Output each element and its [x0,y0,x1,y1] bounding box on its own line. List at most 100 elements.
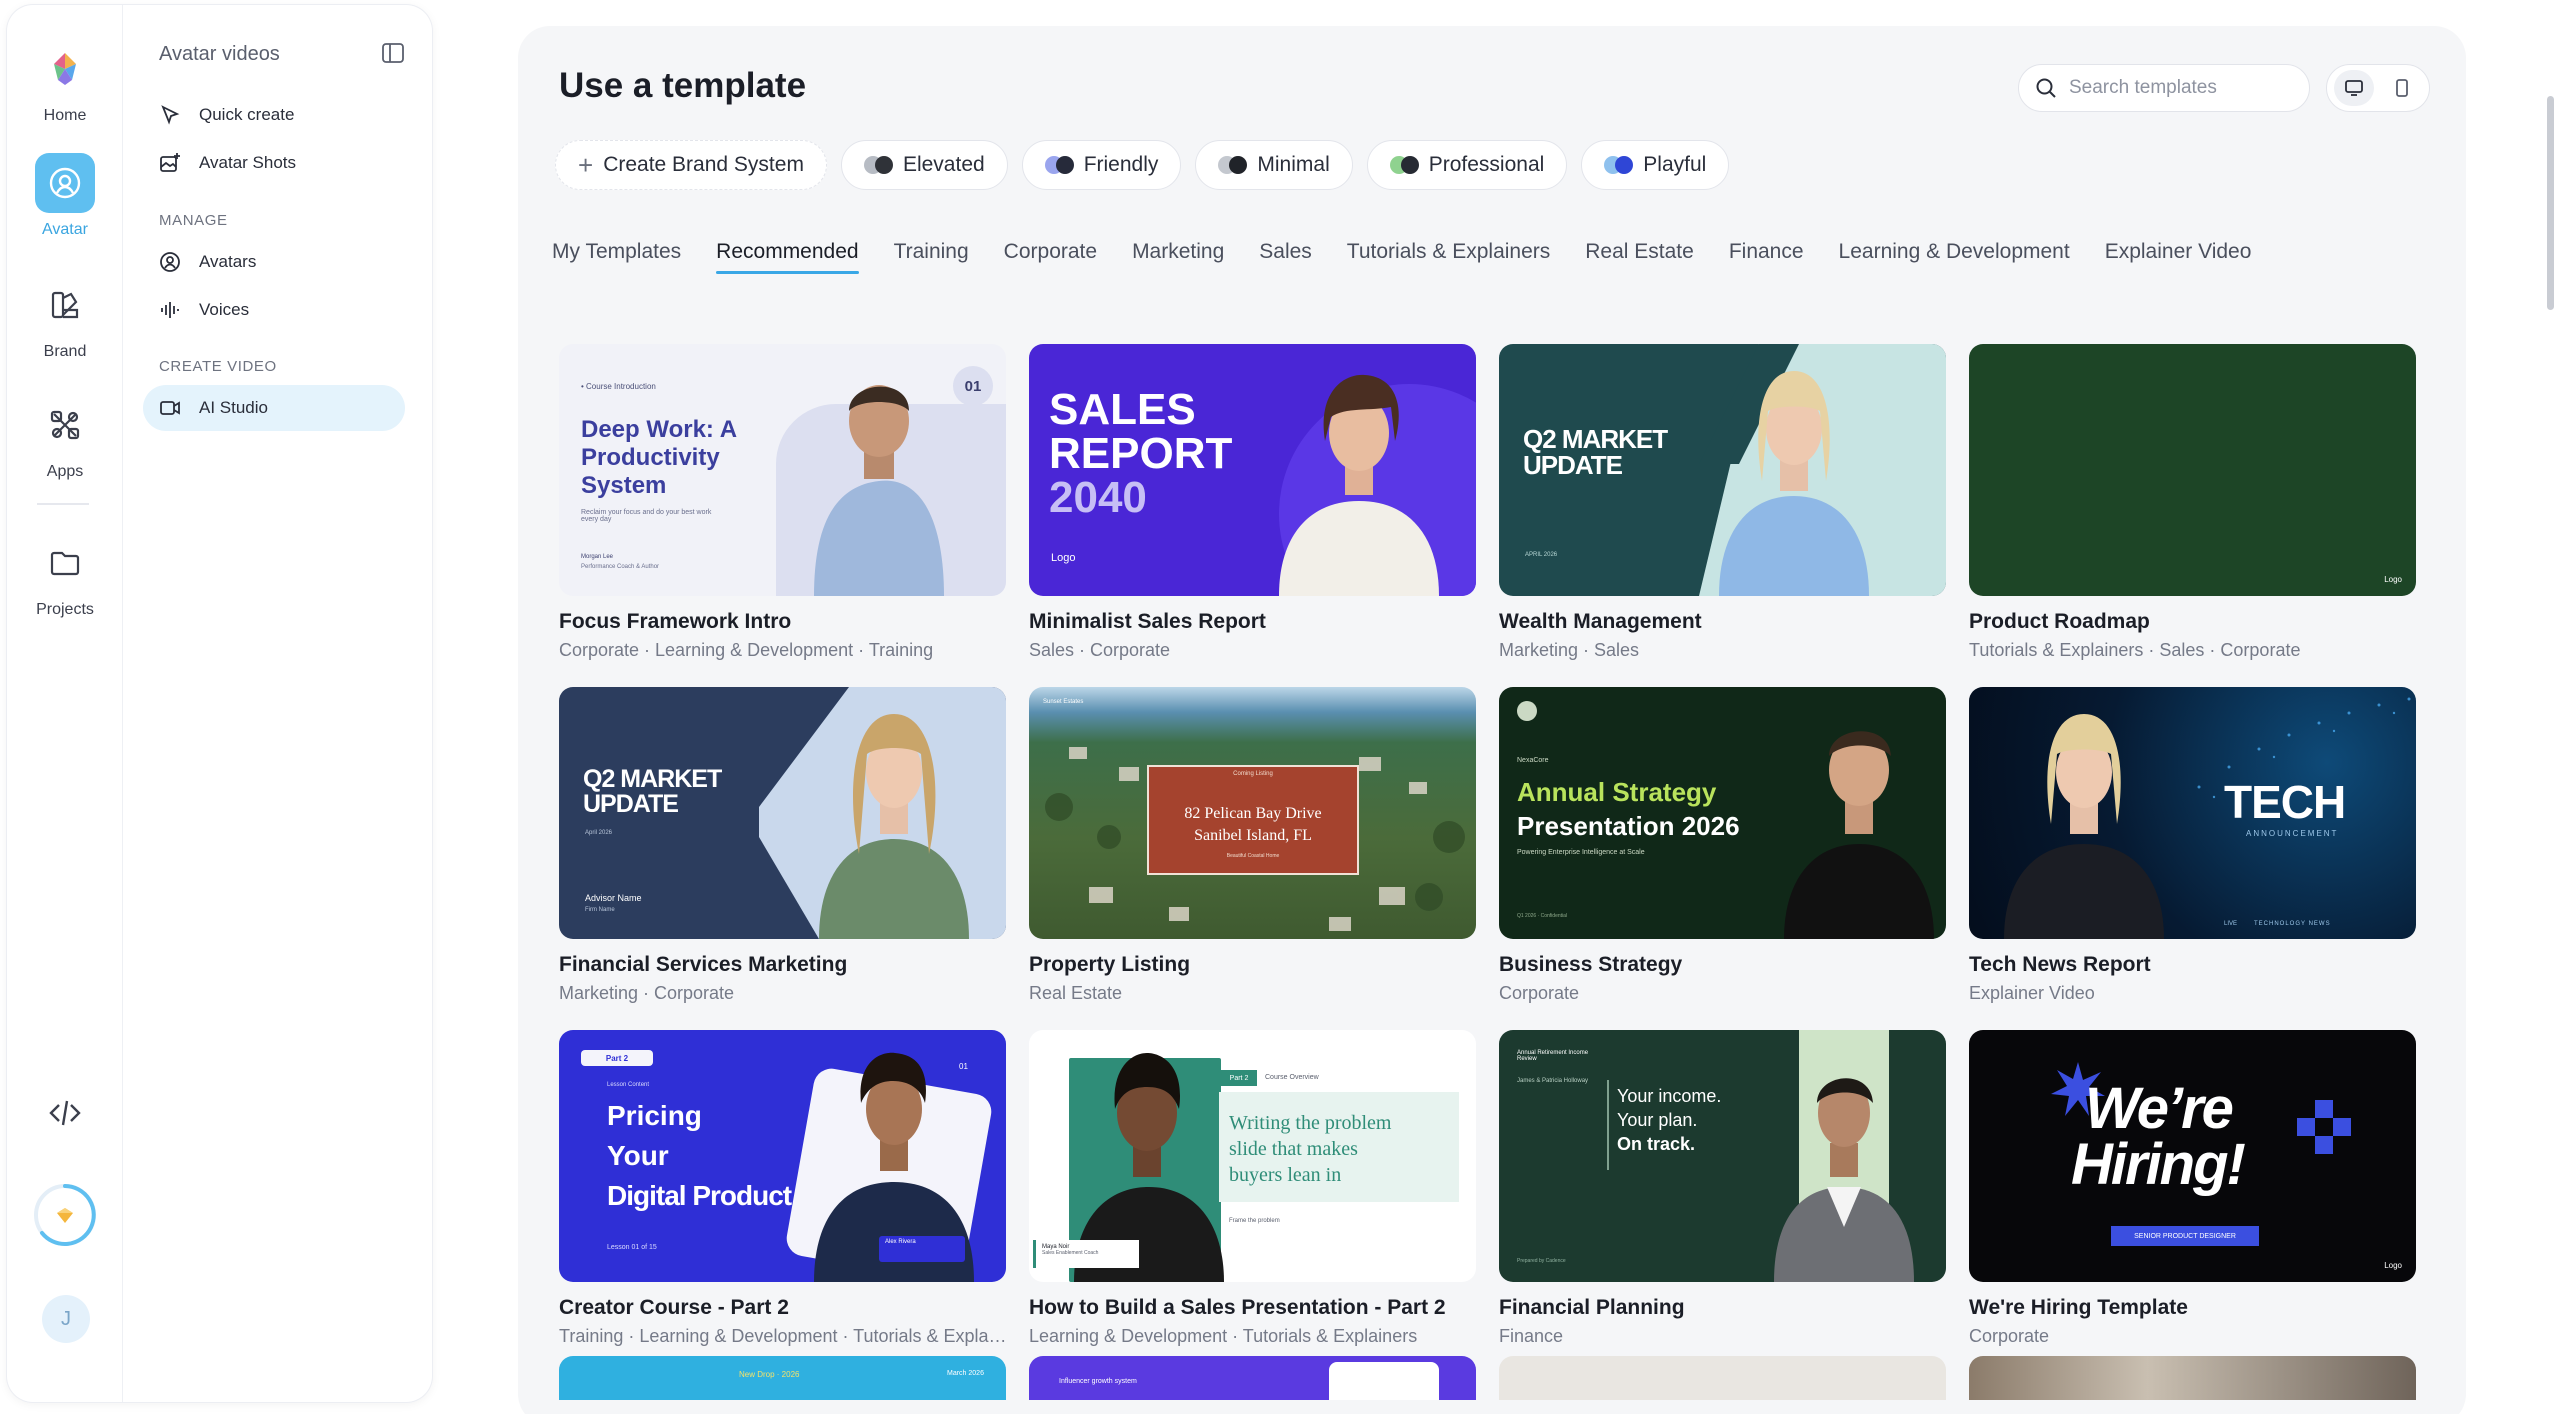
credits-progress[interactable] [33,1183,97,1247]
template-thumbnail[interactable]: Influencer growth system [1029,1356,1476,1400]
presenter-image [1719,371,1869,596]
template-title: Product Roadmap [1969,610,2150,633]
portrait-toggle[interactable] [2382,70,2422,106]
sidebar-item-voices[interactable]: Voices [143,287,405,333]
thumb-text: New Drop · 2026 [739,1370,800,1379]
rail-label-projects: Projects [36,601,94,618]
thumb-text: buyers lean in [1229,1164,1342,1186]
template-thumbnail[interactable]: SALES REPORT 2040 Logo [1029,344,1476,596]
template-card[interactable]: Part 2 Course Overview Writing the probl… [1019,1030,1489,1373]
template-thumbnail[interactable]: Q2 MARKET UPDATE April 2026 Advisor Name… [559,687,1006,939]
chip-label: Elevated [902,153,985,176]
template-grid: • Course Introduction Deep Work: A Produ… [549,344,2429,1373]
tab-tutorials-explainers[interactable]: Tutorials & Explainers [1347,240,1550,274]
thumb-text: Presentation 2026 [1517,811,1740,841]
waveform-icon [161,302,179,318]
thumb-text: 2040 [1049,473,1147,522]
template-card[interactable]: SALES REPORT 2040 Logo Minimalist Sales … [1019,344,1489,687]
tab-recommended[interactable]: Recommended [716,240,859,274]
sidebar-item-label: Quick create [199,105,295,124]
sidebar-item-avatars[interactable]: Avatars [143,239,405,285]
thumb-text: Your plan. [1617,1110,1698,1130]
template-card[interactable]: Q2 MARKET UPDATE April 2026 Advisor Name… [549,687,1019,1030]
landscape-toggle[interactable] [2334,70,2374,106]
template-card[interactable]: Q2 MARKET UPDATE APRIL 2026 Wealth Manag… [1489,344,1959,687]
rail-item-apps[interactable]: Apps [7,395,123,481]
tab-training[interactable]: Training [894,240,969,274]
style-chip-playful[interactable]: Playful [1581,140,1730,190]
template-title: Tech News Report [1969,953,2151,976]
developer-code-button[interactable] [7,1083,123,1151]
template-card[interactable]: We’re Hiring! SENIOR PRODUCT DESIGNER Lo… [1959,1030,2429,1373]
sidebar-item-quick-create[interactable]: Quick create [143,92,405,138]
thumb-text: 01 [953,366,993,406]
style-chip-elevated[interactable]: Elevated [840,140,1008,190]
template-thumbnail[interactable]: Part 2 Lesson Content Pricing Your Digit… [559,1030,1006,1282]
template-tags: Learning & Development · Tutorials & Exp… [1029,1326,1418,1346]
template-card[interactable]: Annual Retirement Income Review James & … [1489,1030,1959,1373]
left-navigation: Home Avatar Brand Apps Projects J Avatar… [7,5,432,1402]
template-thumbnail[interactable]: Logo [1969,344,2416,596]
tab-corporate[interactable]: Corporate [1004,240,1097,274]
template-tags: Training · Learning & Development · Tuto… [559,1326,1009,1346]
template-card[interactable]: TECH ANNOUNCEMENT LIVE TECHNOLOGY NEWS T… [1959,687,2429,1030]
search-box[interactable] [2018,64,2310,112]
template-tags: Corporate [1969,1326,2050,1346]
template-thumbnail[interactable]: Annual Retirement Income Review James & … [1499,1030,1946,1282]
tab-sales[interactable]: Sales [1259,240,1312,274]
rail-item-projects[interactable]: Projects [7,533,123,619]
sidebar-item-avatar-shots[interactable]: Avatar Shots [143,140,405,186]
sidebar-title: Avatar videos [159,43,280,65]
style-chip-professional[interactable]: Professional [1366,140,1568,190]
sidebar-item-ai-studio[interactable]: AI Studio [143,385,405,431]
template-card[interactable]: NexaCore Annual Strategy Presentation 20… [1489,687,1959,1030]
template-thumbnail[interactable]: We’re Hiring! SENIOR PRODUCT DESIGNER Lo… [1969,1030,2416,1282]
rail-item-avatar[interactable]: Avatar [7,153,123,239]
style-swatch-icon [1218,156,1248,174]
search-input[interactable] [2069,77,2289,99]
style-chip-minimal[interactable]: Minimal [1195,140,1353,190]
thumb-text: Q2 MARKET [1523,424,1668,454]
sidebar-collapse-icon[interactable] [382,43,404,68]
tab-finance[interactable]: Finance [1729,240,1804,274]
sidebar: Avatar videos Quick create Avatar Shots … [123,5,432,1402]
template-thumbnail[interactable]: Coming Listing 82 Pelican Bay Drive Sani… [1029,687,1476,939]
template-thumbnail[interactable]: Q2 MARKET UPDATE APRIL 2026 [1499,344,1946,596]
tab-explainer-video[interactable]: Explainer Video [2105,240,2252,274]
template-thumbnail[interactable]: New Drop · 2026 March 2026 [559,1356,1006,1400]
tab-marketing[interactable]: Marketing [1132,240,1224,274]
template-card[interactable]: Logo Product Roadmap Tutorials & Explain… [1959,344,2429,687]
create-brand-system-button[interactable]: + Create Brand System [555,140,827,190]
template-thumbnail[interactable] [1499,1356,1946,1400]
template-card[interactable]: • Course Introduction Deep Work: A Produ… [549,344,1019,687]
folder-icon [35,533,95,593]
name-tag: Maya Noir Sales Enablement Coach [1033,1240,1139,1268]
presenter-image [814,385,944,596]
user-avatar[interactable]: J [42,1295,90,1343]
template-thumbnail[interactable] [1969,1356,2416,1400]
tab-real-estate[interactable]: Real Estate [1585,240,1694,274]
thumb-text: Powering Enterprise Intelligence at Scal… [1517,849,1645,856]
template-thumbnail[interactable]: TECH ANNOUNCEMENT LIVE TECHNOLOGY NEWS [1969,687,2416,939]
template-title: Wealth Management [1499,610,1702,633]
rail-item-home[interactable]: Home [7,39,123,125]
thumb-text: Hiring! [2071,1132,2246,1197]
rail-item-brand[interactable]: Brand [7,275,123,361]
mobile-icon [2396,79,2408,97]
thumb-text: Annual Strategy [1517,777,1717,807]
presenter-image [819,714,969,939]
template-title: Financial Planning [1499,1296,1685,1319]
page-scrollbar[interactable] [2547,96,2554,310]
tab-learning-development[interactable]: Learning & Development [1839,240,2070,274]
template-thumbnail[interactable]: NexaCore Annual Strategy Presentation 20… [1499,687,1946,939]
thumb-text: ANNOUNCEMENT [2246,829,2339,838]
video-camera-icon [160,401,180,415]
rail-label-apps: Apps [46,463,84,480]
template-card[interactable]: Coming Listing 82 Pelican Bay Drive Sani… [1019,687,1489,1030]
template-thumbnail[interactable]: • Course Introduction Deep Work: A Produ… [559,344,1006,596]
style-chip-friendly[interactable]: Friendly [1021,140,1182,190]
template-title: Property Listing [1029,953,1191,976]
tab-my-templates[interactable]: My Templates [552,240,681,274]
template-thumbnail[interactable]: Part 2 Course Overview Writing the probl… [1029,1030,1476,1282]
template-card[interactable]: Part 2 Lesson Content Pricing Your Digit… [549,1030,1019,1373]
